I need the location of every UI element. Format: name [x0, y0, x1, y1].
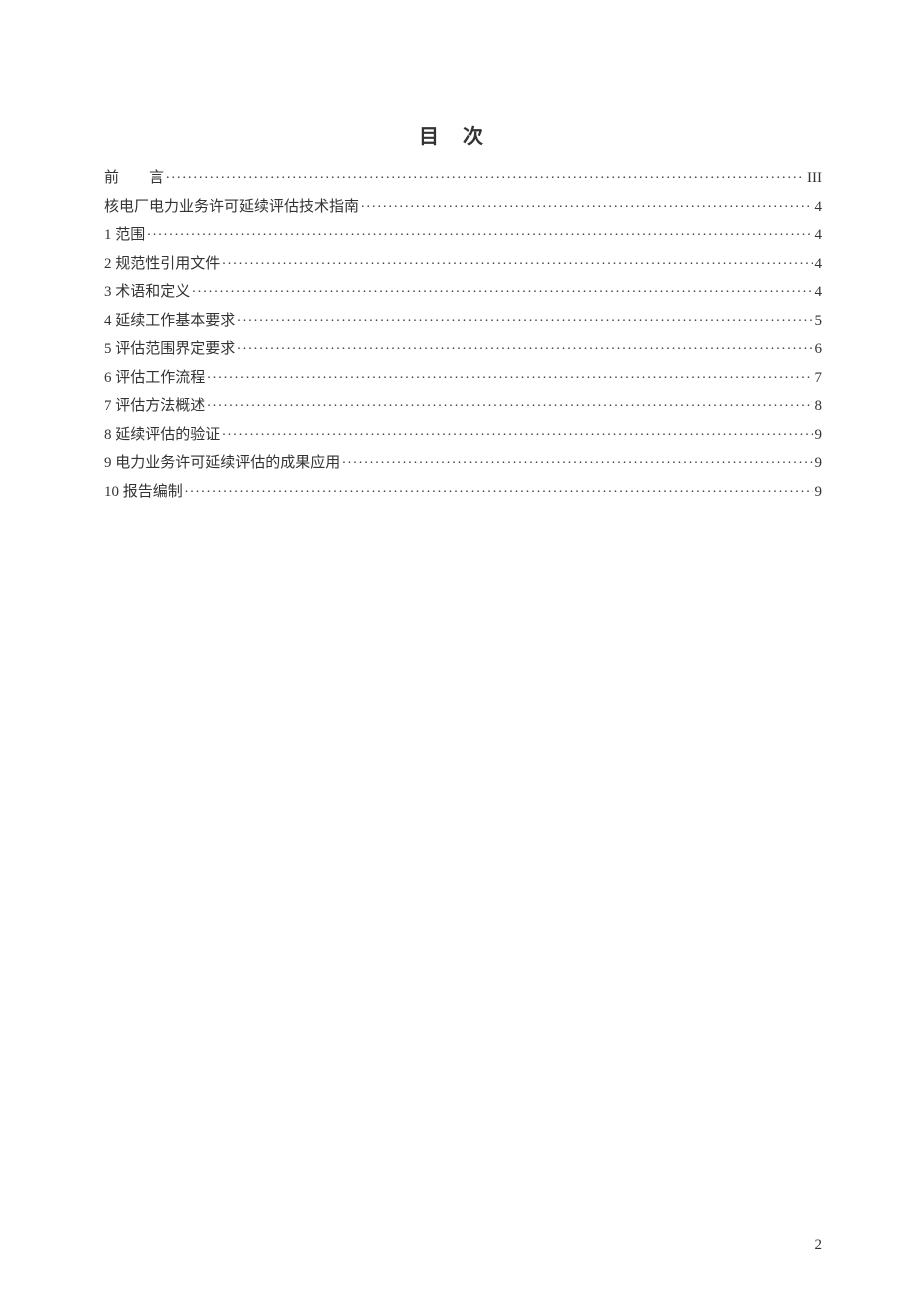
toc-entry-label: 1 范围 — [104, 228, 145, 243]
toc-entry-page: III — [807, 171, 822, 186]
toc-entry-label: 8 延续评估的验证 — [104, 428, 220, 443]
toc-leader-dots — [342, 452, 812, 467]
toc-entry-page: 4 — [815, 200, 823, 215]
toc-preface-suffix: 言 — [149, 170, 164, 186]
toc-entry-page: 6 — [815, 342, 823, 357]
toc-entry-page: 5 — [815, 314, 823, 329]
toc-entry: 2 规范性引用文件 4 — [104, 253, 822, 272]
toc-leader-dots — [237, 310, 812, 325]
toc-entry-label: 前言 — [104, 171, 164, 186]
toc-entry-label: 3 术语和定义 — [104, 285, 190, 300]
toc-list: 前言III核电厂电力业务许可延续评估技术指南41 范围42 规范性引用文件43 … — [104, 167, 822, 500]
toc-entry: 前言III — [104, 167, 822, 186]
toc-entry-page: 9 — [815, 485, 823, 500]
toc-entry-page: 4 — [815, 228, 823, 243]
page-number: 2 — [815, 1237, 823, 1254]
toc-entry-page: 8 — [815, 399, 823, 414]
toc-entry-page: 4 — [815, 285, 823, 300]
toc-entry-label: 5 评估范围界定要求 — [104, 342, 235, 357]
toc-leader-dots — [237, 338, 812, 353]
toc-leader-dots — [222, 253, 812, 268]
toc-entry: 7 评估方法概述 8 — [104, 395, 822, 414]
toc-entry: 核电厂电力业务许可延续评估技术指南 4 — [104, 196, 822, 215]
toc-entry-label: 9 电力业务许可延续评估的成果应用 — [104, 456, 340, 471]
toc-entry: 8 延续评估的验证 9 — [104, 424, 822, 443]
toc-entry: 5 评估范围界定要求 6 — [104, 338, 822, 357]
document-page: 目次 前言III核电厂电力业务许可延续评估技术指南41 范围42 规范性引用文件… — [0, 0, 920, 500]
toc-entry-label: 7 评估方法概述 — [104, 399, 205, 414]
toc-entry-label: 核电厂电力业务许可延续评估技术指南 — [104, 200, 359, 215]
toc-entry-page: 4 — [815, 257, 823, 272]
toc-entry-page: 9 — [815, 456, 823, 471]
toc-entry-label: 4 延续工作基本要求 — [104, 314, 235, 329]
toc-entry-page: 9 — [815, 428, 823, 443]
toc-entry-page: 7 — [815, 371, 823, 386]
toc-entry: 1 范围 4 — [104, 224, 822, 243]
toc-leader-dots — [207, 367, 812, 382]
toc-entry: 3 术语和定义 4 — [104, 281, 822, 300]
toc-leader-dots — [222, 424, 812, 439]
toc-leader-dots — [185, 481, 813, 496]
toc-leader-dots — [147, 224, 812, 239]
toc-entry: 4 延续工作基本要求 5 — [104, 310, 822, 329]
toc-leader-dots — [166, 167, 805, 182]
toc-leader-dots — [207, 395, 812, 410]
toc-heading: 目次 — [104, 120, 822, 149]
toc-entry-label: 10 报告编制 — [104, 485, 183, 500]
toc-entry-label: 2 规范性引用文件 — [104, 257, 220, 272]
toc-preface-prefix: 前 — [104, 170, 119, 186]
toc-leader-dots — [192, 281, 812, 296]
toc-entry: 9 电力业务许可延续评估的成果应用 9 — [104, 452, 822, 471]
toc-entry: 10 报告编制 9 — [104, 481, 822, 500]
toc-leader-dots — [361, 196, 812, 211]
toc-entry-label: 6 评估工作流程 — [104, 371, 205, 386]
toc-entry: 6 评估工作流程 7 — [104, 367, 822, 386]
